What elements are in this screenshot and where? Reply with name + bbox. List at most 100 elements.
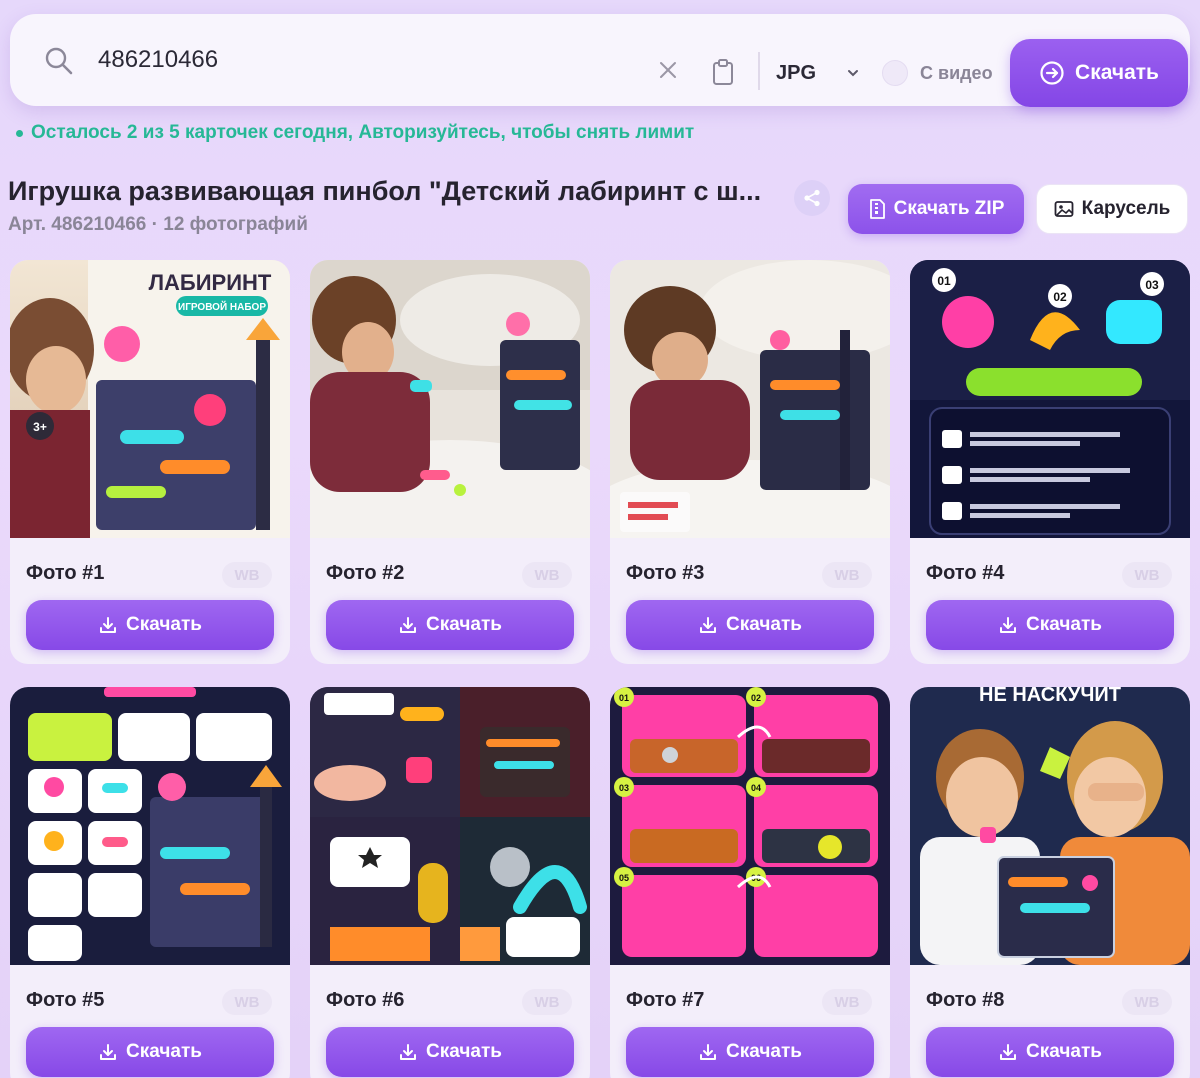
download-icon	[100, 617, 117, 633]
format-value: JPG	[776, 61, 817, 84]
share-icon	[804, 189, 820, 207]
photo-thumbnail[interactable]	[10, 687, 290, 965]
photo-image: НЕ НАСКУЧИТ	[910, 687, 1190, 965]
photo-download-label: Скачать	[426, 614, 502, 635]
arrow-right-circle-icon	[1040, 61, 1064, 85]
photo-download-label: Скачать	[426, 1041, 502, 1062]
download-icon	[100, 1044, 117, 1060]
archive-icon	[869, 199, 885, 219]
photo-thumbnail[interactable]: 01 02 03	[910, 260, 1190, 538]
photo-thumbnail[interactable]: ЛАБИРИНТ ИГРОВОЙ НАБОР 3+	[10, 260, 290, 538]
photo-label: Фото #4	[926, 562, 1005, 584]
status-dot	[16, 129, 23, 137]
banner-text: НЕ НАСКУЧИТ	[979, 687, 1121, 706]
download-icon	[400, 617, 417, 633]
photo-card: 01 02 03 04 05 06 Фото #7 WB Скачать	[610, 687, 890, 1078]
wb-badge: WB	[822, 562, 872, 588]
photo-label: Фото #3	[626, 562, 705, 584]
step-label: 02	[1053, 290, 1067, 304]
step-label: 02	[751, 693, 761, 703]
photo-label: Фото #7	[626, 989, 705, 1011]
download-zip-label: Скачать ZIP	[893, 198, 1005, 219]
photo-label: Фото #2	[326, 562, 405, 584]
photo-card: 01 02 03 Фото #4 WB Скачать	[910, 260, 1190, 664]
download-icon	[700, 617, 717, 633]
download-icon	[1000, 617, 1017, 633]
photo-download-label: Скачать	[726, 1041, 802, 1062]
photo-image	[610, 260, 890, 538]
step-label: 03	[1145, 278, 1159, 292]
age-badge-text: 3+	[33, 420, 47, 434]
photo-thumbnail[interactable]	[310, 260, 590, 538]
photo-download-button[interactable]: Скачать	[26, 1027, 274, 1077]
photo-thumbnail[interactable]: 01 02 03 04 05 06	[610, 687, 890, 965]
photo-thumbnail[interactable]	[310, 687, 590, 965]
photo-image	[310, 260, 590, 538]
wb-badge: WB	[822, 989, 872, 1015]
photo-download-button[interactable]: Скачать	[26, 600, 274, 650]
step-label: 01	[619, 693, 629, 703]
carousel-label: Карусель	[1081, 198, 1171, 219]
photo-download-button[interactable]: Скачать	[926, 600, 1174, 650]
photo-image	[10, 687, 290, 965]
photo-image: ЛАБИРИНТ ИГРОВОЙ НАБОР 3+	[10, 260, 290, 538]
photo-download-label: Скачать	[1026, 614, 1102, 635]
wb-badge: WB	[1122, 562, 1172, 588]
photo-label: Фото #5	[26, 989, 105, 1011]
product-meta: Арт. 486210466 · 12 фотографий	[8, 214, 308, 235]
photo-image: 01 02 03	[910, 260, 1190, 538]
photo-download-label: Скачать	[126, 1041, 202, 1062]
clear-icon[interactable]	[654, 56, 682, 84]
photo-label: Фото #6	[326, 989, 405, 1011]
photo-image	[310, 687, 590, 965]
photo-download-button[interactable]: Скачать	[626, 1027, 874, 1077]
chevron-down-icon	[848, 70, 858, 77]
banner-badge-text: ИГРОВОЙ НАБОР	[178, 300, 266, 313]
photo-download-label: Скачать	[726, 614, 802, 635]
photo-thumbnail[interactable]: НЕ НАСКУЧИТ	[910, 687, 1190, 965]
wb-badge: WB	[222, 989, 272, 1015]
download-icon	[700, 1044, 717, 1060]
photo-label: Фото #8	[926, 989, 1005, 1011]
photo-download-label: Скачать	[126, 614, 202, 635]
photo-card: Фото #6 WB Скачать	[310, 687, 590, 1078]
wb-badge: WB	[522, 562, 572, 588]
video-toggle[interactable]: С видео	[882, 58, 993, 88]
search-bar: JPG С видео Скачать	[10, 14, 1190, 107]
share-button[interactable]	[794, 180, 830, 216]
format-select[interactable]: JPG	[776, 58, 866, 88]
step-label: 05	[619, 873, 629, 883]
photo-download-button[interactable]: Скачать	[926, 1027, 1174, 1077]
clipboard-icon[interactable]	[710, 58, 736, 86]
photo-download-label: Скачать	[1026, 1041, 1102, 1062]
download-button-label: Скачать	[1075, 61, 1159, 84]
step-label: 03	[619, 783, 629, 793]
download-icon	[400, 1044, 417, 1060]
search-input[interactable]	[98, 38, 618, 82]
photo-download-button[interactable]: Скачать	[326, 1027, 574, 1077]
photo-label: Фото #1	[26, 562, 105, 584]
download-zip-button[interactable]: Скачать ZIP	[848, 184, 1024, 234]
photo-download-button[interactable]: Скачать	[626, 600, 874, 650]
banner-text: ЛАБИРИНТ	[149, 270, 272, 295]
photo-card: Фото #2 WB Скачать	[310, 260, 590, 664]
photo-thumbnail[interactable]	[610, 260, 890, 538]
video-label: С видео	[920, 62, 993, 83]
limit-note-text: Осталось 2 из 5 карточек сегодня, Автори…	[31, 122, 695, 143]
toolbar-divider	[758, 52, 760, 90]
photo-download-button[interactable]: Скачать	[326, 600, 574, 650]
photo-card: Фото #5 WB Скачать	[10, 687, 290, 1078]
wb-badge: WB	[1122, 989, 1172, 1015]
wb-badge: WB	[222, 562, 272, 588]
search-icon	[45, 47, 73, 75]
wb-badge: WB	[522, 989, 572, 1015]
photo-card: Фото #3 WB Скачать	[610, 260, 890, 664]
photo-card: ЛАБИРИНТ ИГРОВОЙ НАБОР 3+ Фото #1 WB Ска…	[10, 260, 290, 664]
photo-image: 01 02 03 04 05 06	[610, 687, 890, 965]
carousel-button[interactable]: Карусель	[1036, 184, 1188, 234]
step-label: 01	[937, 274, 951, 288]
photo-card: НЕ НАСКУЧИТ Фото #8 WB Скачать	[910, 687, 1190, 1078]
video-checkbox[interactable]	[882, 60, 908, 86]
download-button[interactable]: Скачать	[1010, 39, 1188, 107]
limit-note[interactable]: Осталось 2 из 5 карточек сегодня, Автори…	[16, 122, 694, 144]
